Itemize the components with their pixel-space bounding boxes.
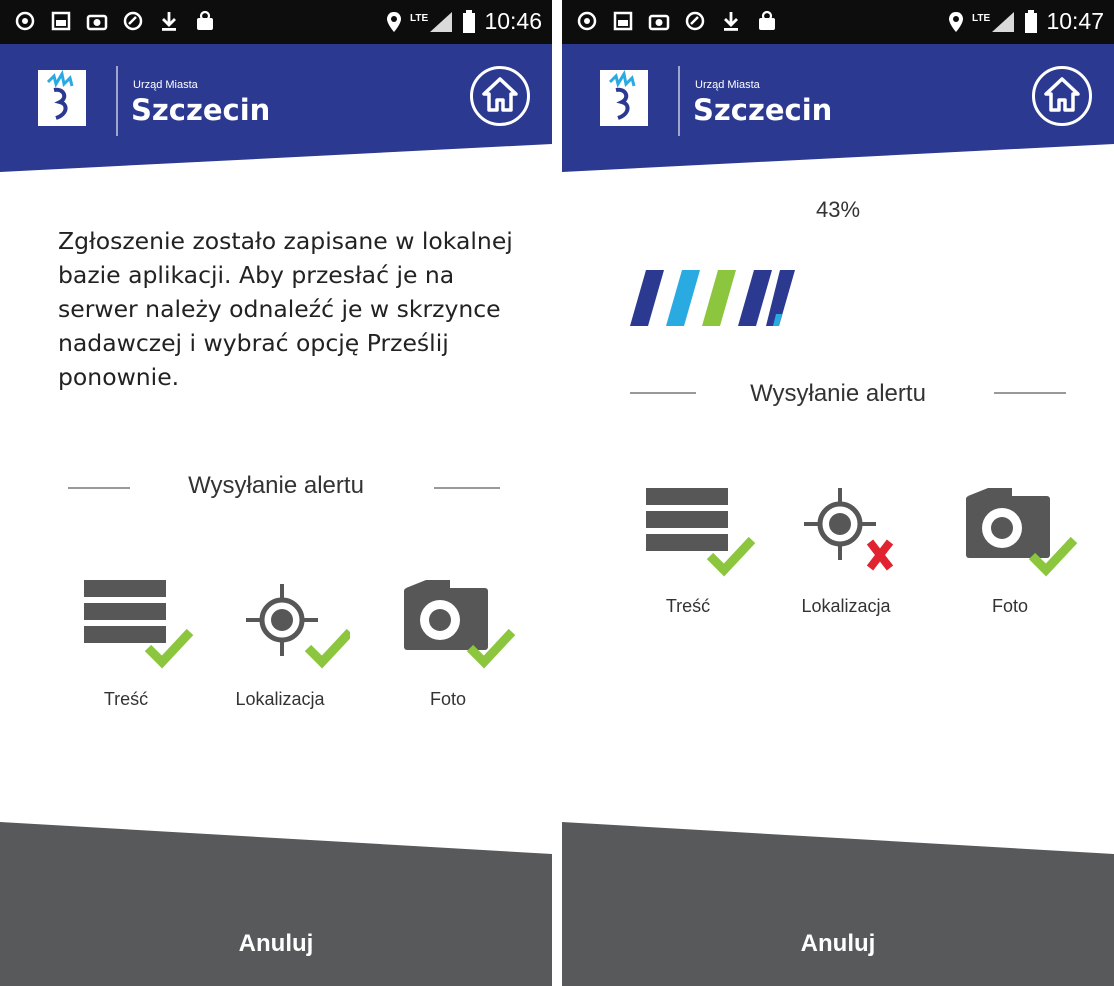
- cancel-label: Anuluj: [800, 930, 876, 957]
- image-icon: [51, 11, 71, 31]
- status-label: Foto: [429, 689, 467, 709]
- battery-icon: [1025, 9, 1038, 33]
- screen-uploading: LTE 10:47 Urząd Miasta Szczecin 43% Wysy…: [562, 0, 1114, 986]
- sync-icon: [685, 11, 705, 31]
- clock: 10:47: [1046, 8, 1104, 34]
- city-name: Szczecin: [131, 93, 271, 127]
- screen-saved-locally: LTE 10:46 Urząd Miasta Szczecin Zgłoszen…: [0, 0, 552, 986]
- image-icon: [613, 11, 633, 31]
- camera-icon: [966, 488, 1078, 577]
- camera-icon: [86, 14, 108, 31]
- city-logo: [600, 69, 648, 126]
- status-item-photo: Foto: [940, 488, 1080, 618]
- section-title: Wysyłanie alertu: [750, 380, 926, 407]
- city-logo: [38, 69, 86, 126]
- status-item-location: Lokalizacja: [210, 580, 350, 710]
- status-item-photo: Foto: [378, 580, 518, 710]
- battery-icon: [463, 9, 476, 33]
- city-office-label: Urząd Miasta: [133, 79, 198, 91]
- title-rule-right: [994, 392, 1066, 394]
- city-office-label: Urząd Miasta: [695, 79, 760, 91]
- home-icon: [1044, 77, 1080, 112]
- svg-text:LTE: LTE: [410, 13, 428, 24]
- cancel-button[interactable]: Anuluj: [562, 822, 1114, 986]
- status-item-content: Treść: [56, 580, 196, 710]
- svg-text:LTE: LTE: [972, 13, 990, 24]
- cancel-label: Anuluj: [238, 930, 314, 957]
- status-label: Treść: [103, 689, 149, 709]
- status-label: Lokalizacja: [801, 596, 891, 616]
- status-label: Treść: [665, 596, 711, 616]
- list-icon: [84, 580, 194, 669]
- home-button[interactable]: [1032, 66, 1092, 126]
- status-label: Lokalizacja: [235, 689, 325, 709]
- saved-locally-message: Zgłoszenie zostało zapisane w lokalnej b…: [58, 227, 513, 391]
- settings-icon: [577, 11, 597, 31]
- check-icon: [304, 628, 350, 669]
- home-icon: [482, 77, 518, 112]
- download-icon: [162, 12, 176, 31]
- status-bar: LTE 10:46: [0, 0, 552, 44]
- crosshair-icon: [246, 584, 350, 669]
- upload-progress-percent: 43%: [815, 197, 861, 222]
- camera-icon: [648, 14, 670, 31]
- cancel-button[interactable]: Anuluj: [0, 822, 552, 986]
- title-rule-right: [434, 487, 500, 489]
- download-icon: [724, 12, 738, 31]
- bag-icon: [197, 10, 213, 30]
- bag-icon: [759, 10, 775, 30]
- home-button[interactable]: [470, 66, 530, 126]
- status-item-location: Lokalizacja: [776, 488, 916, 618]
- location-icon: [949, 11, 964, 32]
- upload-progress-bar: [630, 270, 808, 326]
- status-bar: LTE 10:47: [562, 0, 1114, 44]
- camera-icon: [404, 580, 516, 669]
- list-icon: [646, 488, 756, 577]
- header-divider: [116, 66, 118, 136]
- header-divider: [678, 66, 680, 136]
- location-icon: [387, 11, 402, 32]
- crosshair-icon: [804, 488, 894, 571]
- lte-signal-icon: LTE: [410, 11, 453, 32]
- lte-signal-icon: LTE: [972, 11, 1015, 32]
- status-item-content: Treść: [618, 488, 758, 618]
- error-x-icon: [866, 539, 894, 571]
- status-label: Foto: [991, 596, 1029, 616]
- sync-icon: [123, 11, 143, 31]
- settings-icon: [15, 11, 35, 31]
- city-name: Szczecin: [693, 93, 833, 127]
- clock: 10:46: [484, 8, 542, 34]
- section-title: Wysyłanie alertu: [188, 472, 364, 499]
